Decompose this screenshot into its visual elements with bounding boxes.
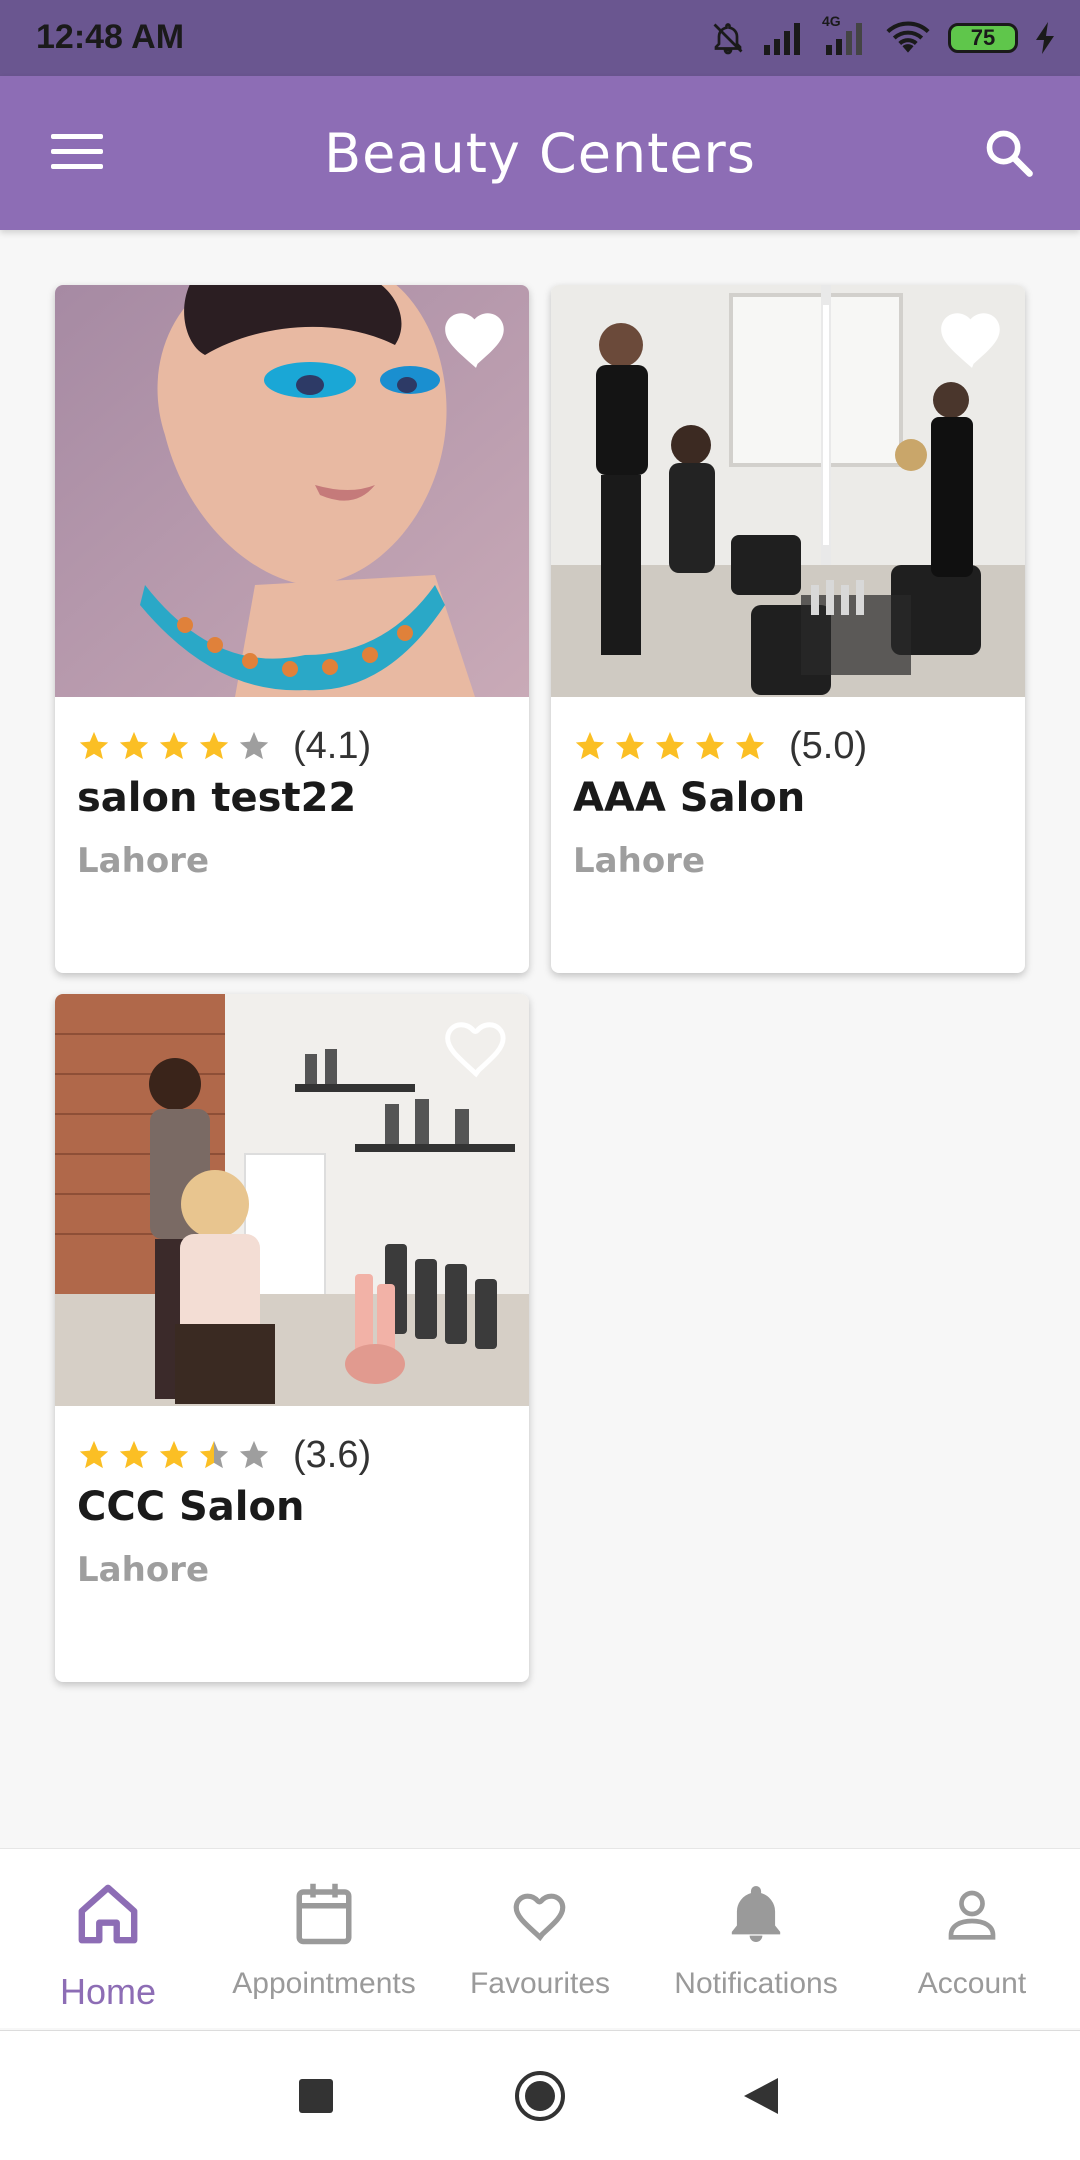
- nav-item-appointments[interactable]: Appointments: [216, 1849, 432, 2028]
- nav-label: Favourites: [469, 1967, 611, 2000]
- favourite-button[interactable]: [439, 303, 513, 371]
- home-icon: [73, 1879, 143, 1949]
- heart-outline-icon: [445, 1022, 506, 1078]
- star-full-icon: [735, 731, 765, 760]
- star-full-icon: [119, 1440, 149, 1469]
- star-full-icon: [655, 731, 685, 760]
- battery-icon: 75: [948, 23, 1018, 53]
- salon-city: Lahore: [77, 1550, 209, 1590]
- wifi-icon: [886, 21, 930, 53]
- circle-icon: [515, 2071, 565, 2121]
- home-system-button[interactable]: [505, 2061, 575, 2131]
- star-full-icon: [615, 731, 645, 760]
- favourite-button[interactable]: [935, 303, 1009, 371]
- salon-city: Lahore: [77, 841, 209, 881]
- bottom-navigation: Home Appointments Favourites Notificatio…: [0, 1848, 1080, 2028]
- nav-item-home[interactable]: Home: [0, 1849, 216, 2028]
- salon-name: salon test22: [77, 775, 357, 821]
- rating-value: (4.1): [293, 724, 372, 767]
- nav-item-account[interactable]: Account: [864, 1849, 1080, 2028]
- account-icon: [937, 1879, 1007, 1949]
- calendar-icon: [289, 1879, 359, 1949]
- nav-label: Account: [917, 1967, 1027, 2000]
- mute-icon: [713, 23, 743, 55]
- star-full-icon: [79, 1440, 109, 1469]
- nav-label: Home: [59, 1971, 157, 2012]
- rating-row: (3.6): [77, 1430, 371, 1480]
- signal-4g-icon: 4G: [822, 13, 868, 55]
- rating-row: (4.1): [77, 721, 371, 771]
- salon-card[interactable]: (4.1) salon test22 Lahore: [55, 285, 529, 973]
- nav-item-notifications[interactable]: Notifications: [648, 1849, 864, 2028]
- signal-icon: [764, 23, 800, 55]
- app-bar: Beauty Centers: [0, 76, 1080, 230]
- star-half-icon: [199, 1440, 229, 1469]
- star-empty-icon: [239, 731, 269, 760]
- battery-level: 75: [970, 25, 996, 50]
- salon-name: AAA Salon: [573, 775, 806, 821]
- star-empty-icon: [239, 1440, 269, 1469]
- square-icon: [299, 2079, 333, 2113]
- heart-icon: [505, 1879, 575, 1949]
- heart-filled-icon: [941, 313, 1000, 368]
- star-full-icon: [79, 731, 109, 760]
- favourite-button[interactable]: [439, 1012, 513, 1080]
- bell-icon: [721, 1879, 791, 1949]
- rating-value: (5.0): [789, 724, 868, 767]
- page-title: Beauty Centers: [324, 122, 756, 185]
- search-icon: [986, 130, 1033, 177]
- star-full-icon: [695, 731, 725, 760]
- status-icons: 4G 75: [710, 13, 1056, 62]
- star-full-icon: [159, 731, 189, 760]
- star-full-icon: [199, 731, 229, 760]
- salon-city: Lahore: [573, 841, 705, 881]
- rating-row: (5.0): [573, 721, 867, 771]
- nav-label: Notifications: [674, 1967, 838, 2000]
- recent-apps-button[interactable]: [281, 2061, 351, 2131]
- rating-value: (3.6): [293, 1433, 372, 1476]
- rating-stars: [77, 1438, 271, 1472]
- rating-stars: [573, 729, 767, 763]
- search-button[interactable]: [974, 118, 1044, 188]
- heart-filled-icon: [445, 313, 504, 368]
- nav-item-favourites[interactable]: Favourites: [432, 1849, 648, 2028]
- rating-stars: [77, 729, 271, 763]
- salon-image: [55, 285, 529, 697]
- star-full-icon: [575, 731, 605, 760]
- triangle-back-icon: [744, 2078, 778, 2114]
- salon-image: [55, 994, 529, 1406]
- salon-card[interactable]: (3.6) CCC Salon Lahore: [55, 994, 529, 1682]
- back-button[interactable]: [726, 2061, 796, 2131]
- status-bar: 12:48 AM 4G 75: [0, 0, 1080, 76]
- salon-image: [551, 285, 1025, 697]
- system-navigation-bar: [0, 2030, 1080, 2160]
- star-full-icon: [159, 1440, 189, 1469]
- nav-label: Appointments: [232, 1967, 416, 2000]
- charging-icon: [1036, 22, 1054, 54]
- star-full-icon: [119, 731, 149, 760]
- status-time: 12:48 AM: [36, 18, 185, 56]
- salon-name: CCC Salon: [77, 1484, 305, 1530]
- salon-card[interactable]: (5.0) AAA Salon Lahore: [551, 285, 1025, 973]
